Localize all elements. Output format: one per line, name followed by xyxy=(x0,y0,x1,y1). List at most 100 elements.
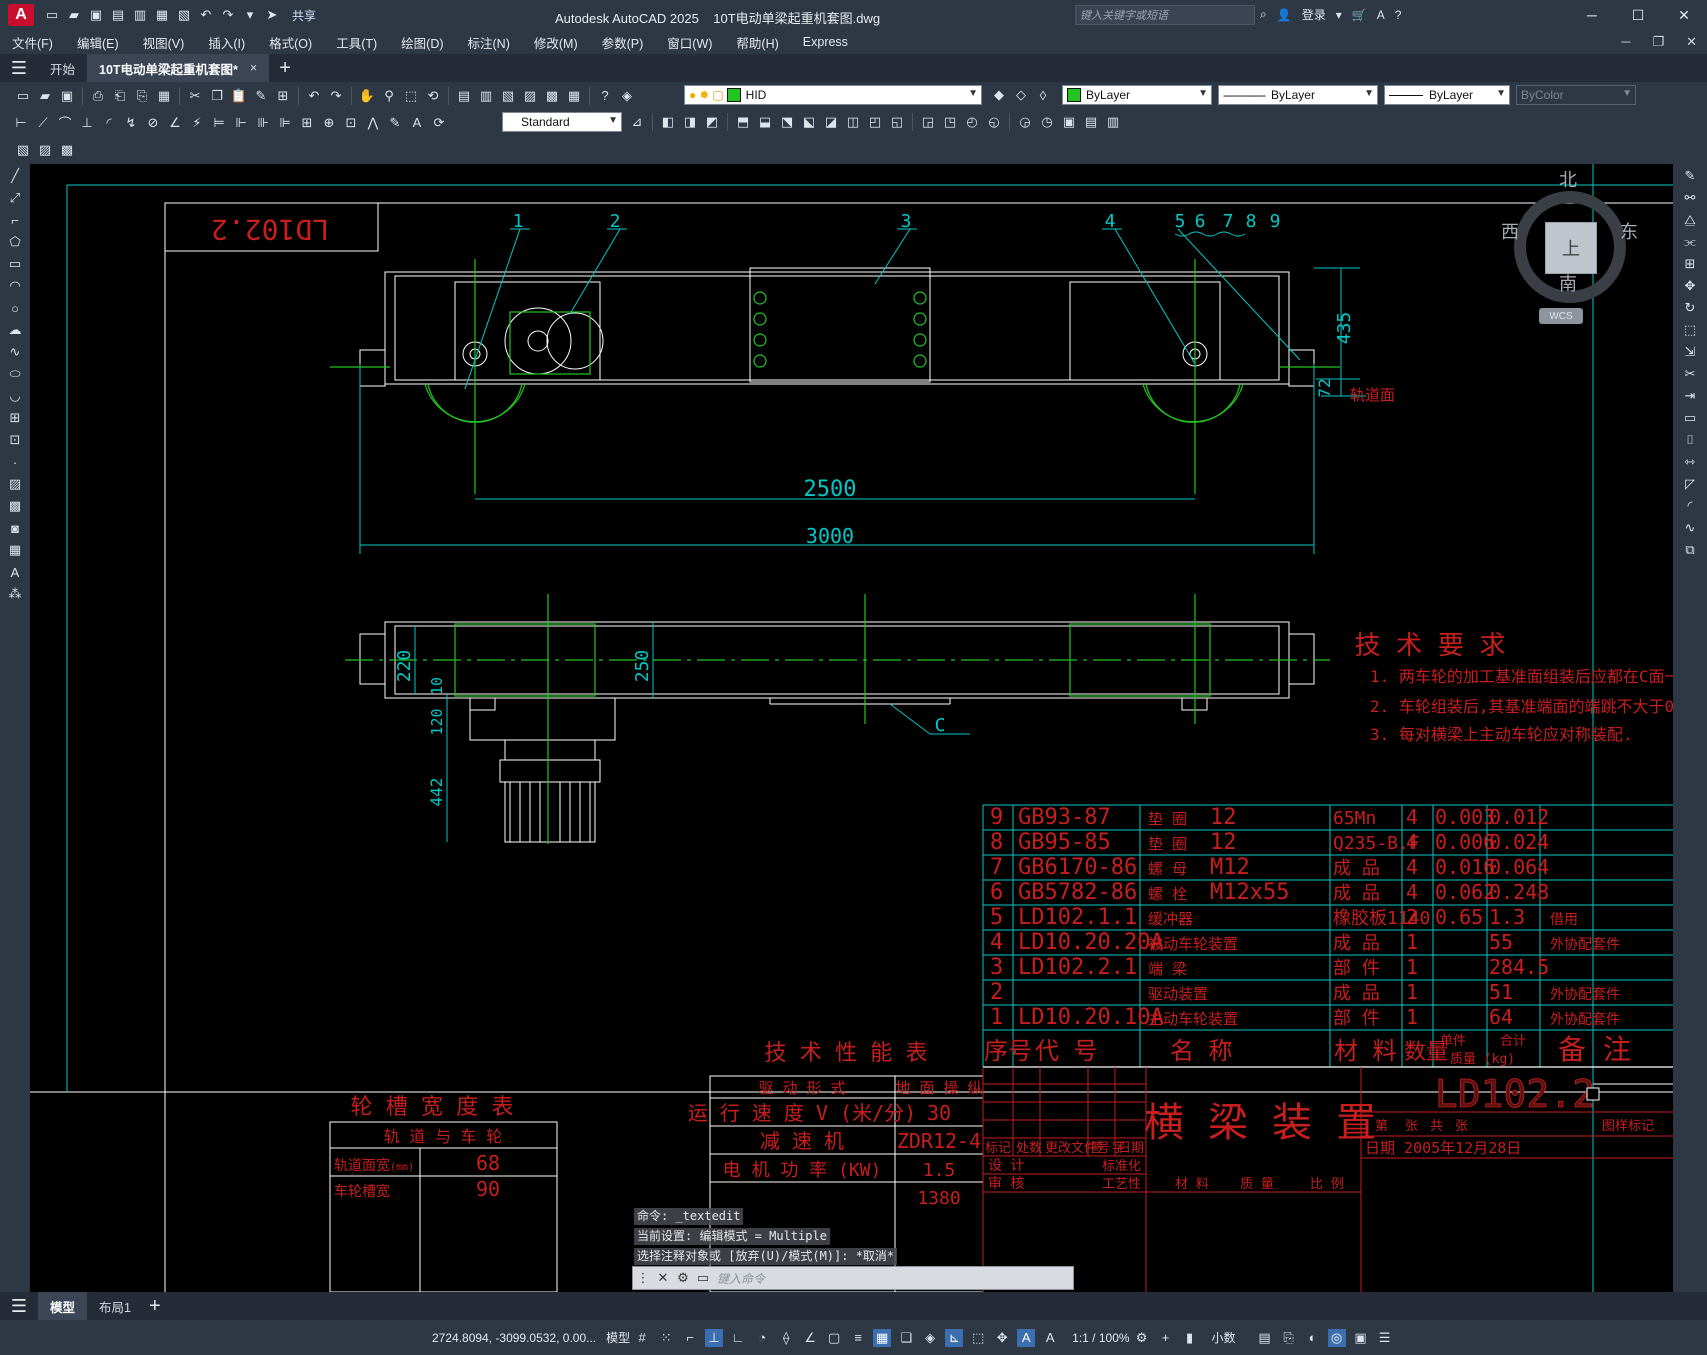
command-input[interactable]: 键入命令 xyxy=(717,1270,765,1287)
dimension-text-edit-icon[interactable]: A xyxy=(408,114,426,132)
baseline-dimension-icon[interactable]: ⊨ xyxy=(210,114,228,132)
extend-icon[interactable]: ⇥ xyxy=(1679,386,1701,406)
menu-express[interactable]: Express xyxy=(791,35,860,49)
gradient-icon[interactable]: ▩ xyxy=(4,496,26,516)
3d-cone-icon[interactable]: ◩ xyxy=(703,113,721,131)
tab-active-drawing[interactable]: 10T电动单梁起重机套图* × xyxy=(87,54,270,82)
menu-view[interactable]: 视图(V) xyxy=(131,33,197,52)
3d-wedge-icon[interactable]: ◨ xyxy=(681,113,699,131)
tolerance-icon[interactable]: ⊞ xyxy=(298,114,316,132)
cart-icon[interactable]: 🛒 xyxy=(1352,8,1367,22)
menu-draw[interactable]: 绘图(D) xyxy=(389,33,455,52)
search-input[interactable]: 键入关键字或短语 xyxy=(1075,5,1255,25)
annotation-scale[interactable]: 1:1 / 100% xyxy=(1072,1331,1129,1345)
rectangle-icon[interactable]: ▭ xyxy=(4,254,26,274)
model-space-button[interactable]: 模型 xyxy=(606,1329,630,1346)
object-snap-tracking-icon[interactable]: ∠ xyxy=(801,1329,819,1347)
menu-edit[interactable]: 编辑(E) xyxy=(65,33,131,52)
copy-icon[interactable]: ❐ xyxy=(208,87,226,105)
break-icon[interactable]: ⌷ xyxy=(1679,430,1701,450)
linear-dimension-icon[interactable]: ⊢ xyxy=(12,114,30,132)
viewcube-top-face[interactable]: 上 xyxy=(1545,222,1597,274)
viewcube-east[interactable]: 东 xyxy=(1620,218,1638,244)
intersect-icon[interactable]: ◰ xyxy=(866,113,884,131)
gizmo-icon[interactable]: ✥ xyxy=(993,1329,1011,1347)
menu-window[interactable]: 窗口(W) xyxy=(655,33,724,52)
grid-icon[interactable]: # xyxy=(633,1329,651,1347)
clean-icon[interactable]: ◵ xyxy=(985,113,1003,131)
polar-tracking-icon[interactable]: ◔ xyxy=(753,1329,771,1347)
jogged-dimension-icon[interactable]: ↯ xyxy=(122,114,140,132)
menu-modify[interactable]: 修改(M) xyxy=(522,33,590,52)
dimension-update-icon[interactable]: ⟳ xyxy=(430,114,448,132)
arc-icon[interactable]: ◠ xyxy=(4,276,26,296)
user-icon[interactable]: 👤 xyxy=(1277,8,1292,22)
join-icon[interactable]: ⇿ xyxy=(1679,452,1701,472)
annotation-visibility-icon[interactable]: A xyxy=(1017,1328,1036,1347)
zoom-window-icon[interactable]: ⬚ xyxy=(402,87,420,105)
tab-model[interactable]: 模型 xyxy=(38,1292,88,1320)
subtract-icon[interactable]: ◫ xyxy=(844,113,862,131)
customize-dropdown-icon[interactable]: ▾ xyxy=(242,7,258,23)
open-folder-icon[interactable]: ▰ xyxy=(66,7,82,23)
tool-palettes-icon[interactable]: ▧ xyxy=(499,87,517,105)
close-icon[interactable]: ✕ xyxy=(1661,0,1707,30)
auto-scale-icon[interactable]: A xyxy=(1041,1329,1059,1347)
union-icon[interactable]: ◪ xyxy=(822,113,840,131)
share-icon[interactable]: ➤ xyxy=(264,7,280,23)
search-icon[interactable]: ⌕ xyxy=(1260,7,1267,22)
separate-icon[interactable]: ◳ xyxy=(941,113,959,131)
menu-file[interactable]: 文件(F) xyxy=(0,33,65,52)
shell-icon[interactable]: ◲ xyxy=(919,113,937,131)
trim-icon[interactable]: ✂ xyxy=(1679,364,1701,384)
new-layout-button[interactable]: + xyxy=(149,1295,161,1318)
save-icon[interactable]: ▣ xyxy=(58,87,76,105)
angular-dimension-icon[interactable]: ∠ xyxy=(166,114,184,132)
revision-cloud-icon[interactable]: ☁ xyxy=(4,320,26,340)
layout-menu-icon[interactable]: ☰ xyxy=(0,1292,38,1320)
dimension-edit-icon[interactable]: ✎ xyxy=(386,114,404,132)
properties-icon[interactable]: ▤ xyxy=(455,87,473,105)
zoom-realtime-icon[interactable]: ⚲ xyxy=(380,87,398,105)
coordinates-readout[interactable]: 2724.8094, -3099.0532, 0.00... xyxy=(432,1331,596,1345)
dropdown-icon[interactable]: ▾ xyxy=(1336,8,1342,22)
layer-properties-icon[interactable]: ◈ xyxy=(618,87,636,105)
make-current-layer-icon[interactable]: ◆ xyxy=(990,86,1008,104)
menu-tools[interactable]: 工具(T) xyxy=(324,33,389,52)
calculator-icon[interactable]: ▦ xyxy=(565,87,583,105)
undo-icon[interactable]: ↶ xyxy=(305,87,323,105)
move-icon[interactable]: ✥ xyxy=(1679,276,1701,296)
inspection-icon[interactable]: ⊡ xyxy=(342,114,360,132)
block-editor-icon[interactable]: ⊞ xyxy=(274,87,292,105)
dimension-style-dropdown[interactable]: Standard ▼ xyxy=(502,112,622,132)
hamburger-menu-icon[interactable]: ☰ xyxy=(0,54,38,82)
selection-cycling-icon[interactable]: ❏ xyxy=(897,1329,915,1347)
erase-icon[interactable]: ✎ xyxy=(1679,166,1701,186)
new-tab-button[interactable]: + xyxy=(279,57,291,80)
workspace-icon[interactable]: ⚙ xyxy=(1133,1329,1151,1347)
object-snap-icon[interactable]: ▢ xyxy=(825,1329,843,1347)
hardware-acceleration-icon[interactable]: ◎ xyxy=(1327,1328,1346,1347)
menu-dimension[interactable]: 标注(N) xyxy=(456,33,522,52)
command-customize-icon[interactable]: ⚙ xyxy=(673,1267,693,1289)
copy-object-icon[interactable]: ⚯ xyxy=(1679,188,1701,208)
menu-parametric[interactable]: 参数(P) xyxy=(590,33,656,52)
snap-icon[interactable]: ⁙ xyxy=(657,1329,675,1347)
linetype-dropdown[interactable]: -------------- ByLayer ▼ xyxy=(1218,85,1378,105)
ellipse-arc-icon[interactable]: ◡ xyxy=(4,386,26,406)
tab-close-icon[interactable]: × xyxy=(250,61,257,75)
import-icon[interactable]: ▨ xyxy=(36,141,54,159)
color-dropdown[interactable]: ByLayer ▼ xyxy=(1062,85,1212,105)
layer-previous-icon[interactable]: ◇ xyxy=(1012,86,1030,104)
point-icon[interactable]: · xyxy=(4,452,26,472)
undo-icon[interactable]: ↶ xyxy=(198,7,214,23)
publish-icon[interactable]: ⎘ xyxy=(133,87,151,105)
drawing-canvas[interactable]: LD102.2 1 2 3 4 5 6 7 8 9 2500 3000 435 … xyxy=(30,164,1673,1292)
face-delete-icon[interactable]: ▤ xyxy=(1082,113,1100,131)
design-center-icon[interactable]: ▥ xyxy=(477,87,495,105)
lock-ui-icon[interactable]: ⎘ xyxy=(1280,1329,1298,1347)
region-icon[interactable]: ◙ xyxy=(4,518,26,538)
help-icon[interactable]: ? xyxy=(596,87,614,105)
infer-constraints-icon[interactable]: ⌐ xyxy=(681,1329,699,1347)
pan-icon[interactable]: ✋ xyxy=(358,87,376,105)
